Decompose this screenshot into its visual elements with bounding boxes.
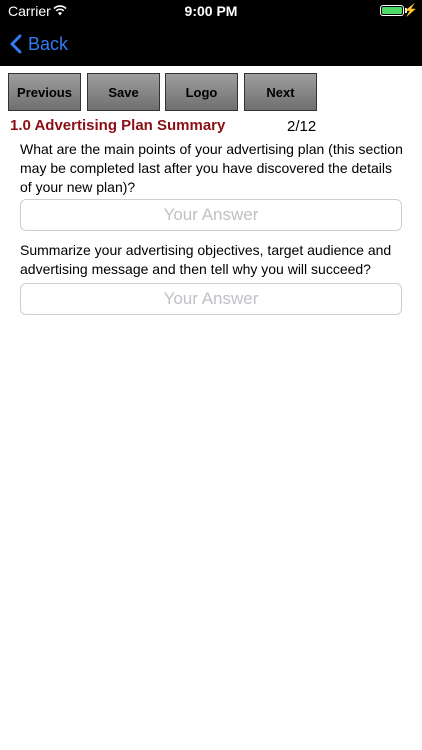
section-title: 1.0 Advertising Plan Summary: [10, 117, 226, 134]
next-button[interactable]: Next: [244, 73, 317, 111]
answer-1-input[interactable]: [20, 199, 402, 231]
previous-button[interactable]: Previous: [8, 73, 81, 111]
back-button[interactable]: Back: [10, 30, 68, 58]
back-label: Back: [28, 33, 69, 54]
status-time: 9:00 PM: [184, 3, 238, 19]
question-1-text: What are the main points of your adverti…: [20, 141, 403, 195]
battery-icon: [380, 5, 404, 16]
status-bar: Carrier 9:00 PM ⚡: [0, 0, 422, 22]
save-button[interactable]: Save: [87, 73, 160, 111]
charging-bolt-icon: ⚡: [403, 3, 418, 17]
logo-button[interactable]: Logo: [165, 73, 238, 111]
navigation-bar: Back: [0, 22, 422, 66]
page-counter: 2/12: [287, 118, 317, 135]
answer-2-input[interactable]: [20, 283, 402, 315]
question-2-text: Summarize your advertising objectives, t…: [20, 242, 392, 277]
chevron-left-icon: [10, 34, 22, 54]
